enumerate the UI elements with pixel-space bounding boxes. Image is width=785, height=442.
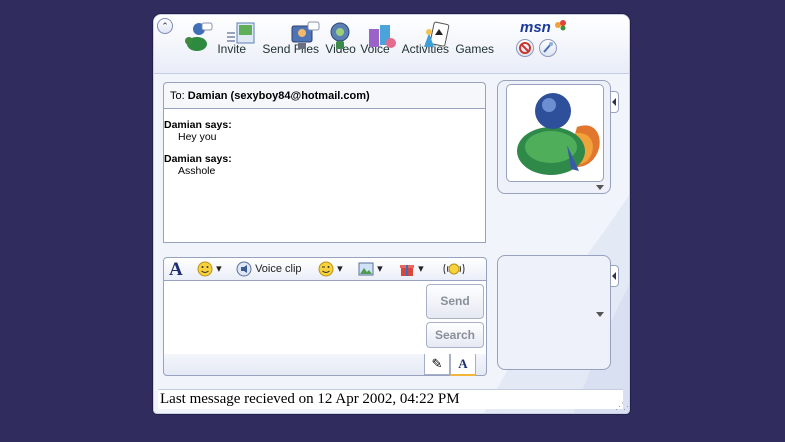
to-bar: To: Damian (sexyboy84@hotmail.com) [163,82,486,108]
invite-icon [185,22,213,51]
chevron-down-icon[interactable] [596,312,604,317]
background-icon [358,262,374,276]
games-label: Games [455,42,495,56]
block-button[interactable] [516,39,534,57]
message-input-text[interactable] [168,285,418,345]
chevron-down-icon[interactable] [596,185,604,190]
voice-clip-icon [236,261,252,277]
message: Damian says: Hey you [164,119,485,143]
voice-clip-label: Voice clip [255,263,302,275]
nudge-icon [443,263,465,275]
personalize-button[interactable] [539,39,557,57]
input-mode-tabs: ✎ A [163,354,487,376]
show-menu-button[interactable]: ⌃ [157,18,173,34]
personalize-icon [543,42,553,53]
wink-icon [318,261,334,277]
status-text: Last message recieved on 12 Apr 2002, 04… [160,391,460,407]
activities-icon [369,25,396,48]
background-button[interactable]: ▾ [358,261,383,278]
games-button[interactable]: Games [418,21,494,56]
chevron-down-icon: ▾ [337,263,343,275]
message-sender: Damian says: [164,153,232,165]
message: Damian says: Asshole [164,153,485,177]
emoticon-icon [197,261,213,277]
pen-icon: ✎ [431,356,443,371]
block-icon [519,42,531,54]
font-icon: A [169,259,183,280]
to-prefix: To: [170,90,185,102]
send-files-icon [227,22,255,44]
collapse-own-picture-tab[interactable] [611,265,619,287]
conversation-window: ⌃ Invite Send Files Voice Activities Gam… [153,14,630,414]
to-contact: Damian (sexyboy84@hotmail.com) [187,90,370,102]
video-icon [291,21,320,49]
msn-logo: msn [520,19,567,36]
gift-button[interactable]: ▾ [399,261,424,278]
message-history[interactable]: Damian says: Hey you Damian says: Asshol… [163,108,486,243]
format-toolbar: A ▾ Voice clip ▾ ▾ ▾ [163,257,487,281]
font-icon: A [458,356,468,371]
message-text: Asshole [178,165,216,177]
chevron-down-icon: ▾ [377,263,383,275]
message-sender: Damian says: [164,119,232,131]
resize-grip-icon[interactable]: ⋰⋰ [615,401,629,412]
msn-butterfly-icon [555,20,567,31]
msn-buddy-icon [517,93,600,175]
font-button[interactable]: A [169,259,183,280]
emoticon-button[interactable]: ▾ [197,261,222,278]
own-display-picture-frame[interactable] [497,255,611,370]
wink-button[interactable]: ▾ [318,261,343,278]
nudge-button[interactable] [442,261,466,278]
voice-clip-button[interactable]: Voice clip [236,261,302,278]
message-text: Hey you [178,131,217,143]
contact-display-picture[interactable] [506,84,604,182]
message-input[interactable]: Send Search [163,280,487,355]
games-icon [424,21,450,47]
chevron-down-icon: ▾ [418,263,424,275]
voice-icon [330,22,350,49]
contact-display-picture-frame [497,80,611,194]
search-button[interactable]: Search [426,322,484,348]
status-bar: Last message recieved on 12 Apr 2002, 04… [158,389,623,409]
send-button[interactable]: Send [426,284,484,319]
type-tab[interactable]: A [450,354,476,376]
chevron-down-icon: ▾ [216,263,222,275]
collapse-pictures-tab[interactable] [611,91,619,113]
handwrite-tab[interactable]: ✎ [424,354,450,375]
gift-icon [400,265,414,277]
toolbar: ⌃ Invite Send Files Voice Activities Gam… [154,15,629,74]
